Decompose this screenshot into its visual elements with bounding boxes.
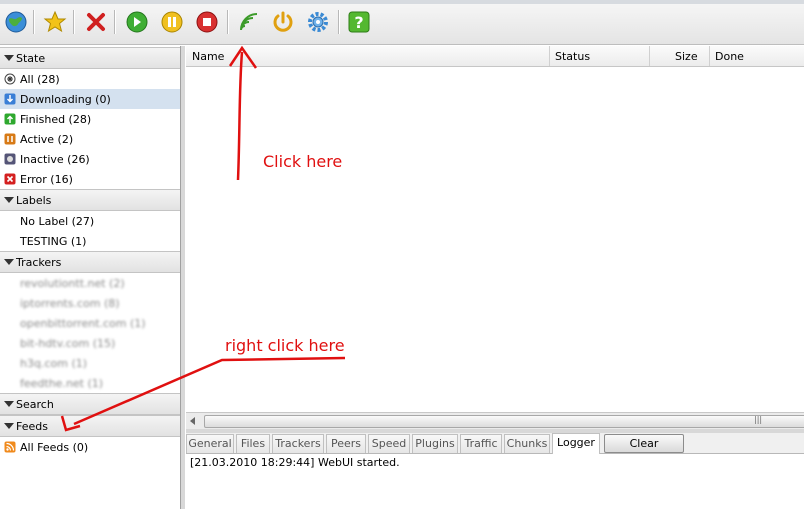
collapse-triangle-icon: [4, 197, 14, 203]
search-section-label: Search: [16, 398, 54, 411]
download-icon: [4, 93, 16, 105]
star-icon[interactable]: [42, 9, 68, 35]
state-item-label: Downloading (0): [20, 93, 111, 106]
details-tabs: General Files Trackers Peers Speed Plugi…: [186, 433, 804, 454]
globe-icon[interactable]: [3, 9, 29, 35]
svg-text:?: ?: [354, 13, 363, 32]
tab-chunks[interactable]: Chunks: [504, 434, 550, 453]
power-icon[interactable]: [270, 9, 296, 35]
error-icon: [4, 173, 16, 185]
tab-peers[interactable]: Peers: [326, 434, 366, 453]
column-label: Name: [192, 50, 225, 63]
tab-speed[interactable]: Speed: [368, 434, 410, 453]
column-size[interactable]: Size: [649, 46, 710, 66]
panel-splitter[interactable]: [181, 46, 185, 509]
state-item-label: Active (2): [20, 133, 74, 146]
scroll-left-icon[interactable]: [190, 417, 195, 425]
feed-item-label: All Feeds (0): [20, 441, 89, 454]
feed-item-all-feeds[interactable]: All Feeds (0): [0, 437, 180, 457]
tracker-item-label: feedthe.net (1): [20, 377, 104, 390]
column-label: Size: [675, 50, 698, 63]
stop-icon[interactable]: [194, 9, 220, 35]
column-status[interactable]: Status: [549, 46, 650, 66]
rss-feed-icon[interactable]: [236, 9, 262, 35]
rss-icon: [4, 441, 16, 453]
annotation-click-here: Click here: [263, 152, 343, 171]
state-item-label: All (28): [20, 73, 60, 86]
state-item-inactive[interactable]: Inactive (26): [0, 149, 180, 169]
feeds-section-label: Feeds: [16, 420, 48, 433]
tab-plugins[interactable]: Plugins: [412, 434, 458, 453]
tracker-item-label: revolutiontt.net (2): [20, 277, 125, 290]
column-done[interactable]: Done: [709, 46, 804, 66]
state-section-label: State: [16, 52, 46, 65]
tracker-item[interactable]: revolutiontt.net (2): [0, 273, 180, 293]
state-item-finished[interactable]: Finished (28): [0, 109, 180, 129]
scrollbar-grip-icon: |||: [754, 415, 763, 424]
tab-general[interactable]: General: [186, 434, 234, 453]
labels-section-header[interactable]: Labels: [0, 189, 180, 211]
column-label: Status: [555, 50, 591, 63]
tracker-item[interactable]: feedthe.net (1): [0, 373, 180, 393]
tracker-item[interactable]: bit-hdtv.com (15): [0, 333, 180, 353]
inactive-icon: [4, 153, 16, 165]
log-line: [21.03.2010 18:29:44] WebUI started.: [190, 456, 400, 469]
torrent-list-header: Name Status Size Done: [186, 46, 804, 67]
state-item-active[interactable]: Active (2): [0, 129, 180, 149]
pause-icon[interactable]: [159, 9, 185, 35]
tracker-item-label: openbittorrent.com (1): [20, 317, 146, 330]
tab-traffic[interactable]: Traffic: [460, 434, 502, 453]
tracker-item[interactable]: h3q.com (1): [0, 353, 180, 373]
trackers-section-label: Trackers: [16, 256, 62, 269]
scrollbar-thumb[interactable]: [204, 415, 804, 428]
search-section-header[interactable]: Search: [0, 393, 180, 415]
state-item-error[interactable]: Error (16): [0, 169, 180, 189]
state-item-label: Error (16): [20, 173, 73, 186]
remove-icon[interactable]: [83, 9, 109, 35]
collapse-triangle-icon: [4, 423, 14, 429]
column-name[interactable]: Name: [186, 46, 550, 66]
start-icon[interactable]: [124, 9, 150, 35]
tab-trackers[interactable]: Trackers: [272, 434, 324, 453]
help-icon[interactable]: ?: [346, 9, 372, 35]
tracker-item[interactable]: openbittorrent.com (1): [0, 313, 180, 333]
state-item-label: Inactive (26): [20, 153, 90, 166]
column-label: Done: [715, 50, 744, 63]
sidebar: State All (28) Downloading (0) Finished …: [0, 46, 181, 509]
collapse-triangle-icon: [4, 55, 14, 61]
settings-icon[interactable]: [305, 9, 331, 35]
state-section-header[interactable]: State: [0, 47, 180, 69]
horizontal-scrollbar[interactable]: |||: [186, 412, 804, 429]
tracker-item[interactable]: iptorrents.com (8): [0, 293, 180, 313]
tracker-item-label: h3q.com (1): [20, 357, 88, 370]
state-item-all[interactable]: All (28): [0, 69, 180, 89]
trackers-section-header[interactable]: Trackers: [0, 251, 180, 273]
label-item-label: No Label (27): [20, 215, 95, 228]
label-item[interactable]: No Label (27): [0, 211, 180, 231]
tab-logger[interactable]: Logger: [552, 433, 600, 454]
clear-log-button[interactable]: Clear: [604, 434, 684, 453]
collapse-triangle-icon: [4, 259, 14, 265]
state-item-downloading[interactable]: Downloading (0): [0, 89, 180, 109]
state-item-label: Finished (28): [20, 113, 92, 126]
tracker-item-label: bit-hdtv.com (15): [20, 337, 116, 350]
labels-section-label: Labels: [16, 194, 52, 207]
finished-icon: [4, 113, 16, 125]
toolbar: ?: [0, 0, 804, 45]
label-item[interactable]: TESTING (1): [0, 231, 180, 251]
tracker-item-label: iptorrents.com (8): [20, 297, 120, 310]
label-item-label: TESTING (1): [20, 235, 87, 248]
annotation-right-click-here: right click here: [225, 336, 345, 355]
active-icon: [4, 133, 16, 145]
collapse-triangle-icon: [4, 401, 14, 407]
feeds-section-header[interactable]: Feeds: [0, 415, 180, 437]
all-icon: [4, 73, 16, 85]
tab-files[interactable]: Files: [236, 434, 270, 453]
